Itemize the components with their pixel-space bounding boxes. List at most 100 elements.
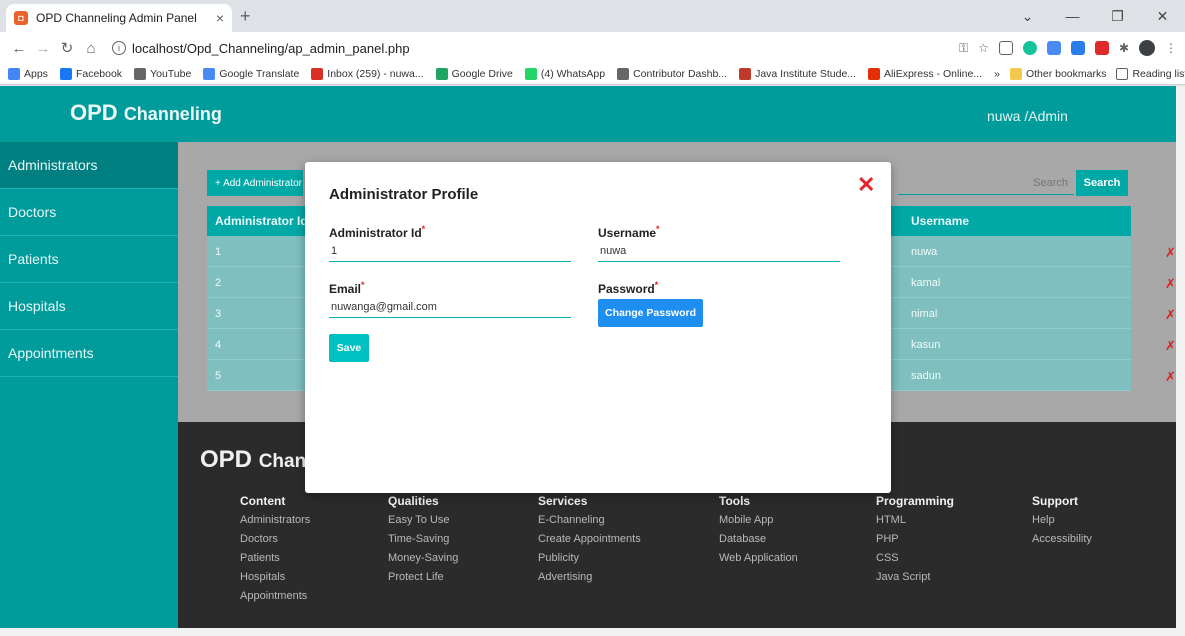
- new-tab-button[interactable]: +: [240, 6, 251, 27]
- sidebar-item-hospitals[interactable]: Hospitals: [0, 283, 178, 330]
- email-input[interactable]: [329, 296, 571, 318]
- change-password-button[interactable]: Change Password: [598, 299, 703, 327]
- footer-link[interactable]: Java Script: [876, 571, 954, 590]
- home-icon[interactable]: ⌂: [80, 40, 102, 57]
- site-info-icon[interactable]: i: [112, 41, 126, 55]
- bookmark-item[interactable]: Inbox (259) - nuwa...: [311, 68, 424, 80]
- site-header: OPD Channeling nuwa /Admin: [0, 86, 1176, 142]
- footer-link[interactable]: Help: [1032, 514, 1092, 533]
- footer-link[interactable]: Advertising: [538, 571, 641, 590]
- search-button[interactable]: Search: [1076, 170, 1128, 196]
- add-administrator-button[interactable]: + Add Administrator: [207, 170, 303, 196]
- footer-link[interactable]: Create Appointments: [538, 533, 641, 552]
- footer-link[interactable]: Patients: [240, 552, 310, 571]
- bookmark-icon: [134, 68, 147, 80]
- footer-link[interactable]: Publicity: [538, 552, 641, 571]
- current-user[interactable]: nuwa /Admin: [987, 108, 1068, 124]
- bookmark-item[interactable]: Facebook: [59, 68, 122, 80]
- cell-administrator-id: 2: [215, 277, 222, 289]
- bookmark-item[interactable]: Google Translate: [203, 68, 299, 80]
- bookmark-item[interactable]: (4) WhatsApp: [524, 68, 605, 80]
- minimize-icon[interactable]: —: [1050, 0, 1095, 32]
- username-input[interactable]: [598, 240, 840, 262]
- footer-link[interactable]: HTML: [876, 514, 954, 533]
- footer-column-title: Content: [240, 494, 286, 508]
- bookmark-icon: [739, 68, 752, 80]
- bookmark-item[interactable]: Apps: [8, 68, 48, 80]
- bookmark-icon: [59, 68, 72, 80]
- footer-link[interactable]: Database: [719, 533, 798, 552]
- delete-row-icon[interactable]: ✗: [1165, 369, 1176, 385]
- horizontal-scrollbar[interactable]: [0, 628, 1185, 636]
- bookmark-item[interactable]: Google Drive: [435, 68, 513, 80]
- username-label: Username*: [598, 224, 840, 240]
- site-brand[interactable]: OPD Channeling: [70, 100, 222, 126]
- profile-avatar-icon[interactable]: [1139, 40, 1155, 56]
- bookmark-item[interactable]: Contributor Dashb...: [617, 68, 727, 80]
- modal-close-icon[interactable]: ✕: [857, 172, 875, 198]
- delete-row-icon[interactable]: ✗: [1165, 276, 1176, 292]
- bookmark-item[interactable]: Java Institute Stude...: [739, 68, 856, 80]
- footer-link[interactable]: Administrators: [240, 514, 310, 533]
- delete-row-icon[interactable]: ✗: [1165, 245, 1176, 261]
- vertical-scrollbar[interactable]: [1176, 86, 1185, 628]
- bookmark-item[interactable]: YouTube: [134, 68, 191, 80]
- bookmarks-bar: Apps Facebook YouTube Google Translate Inbox…: [0, 64, 1185, 85]
- pdf-extension-icon[interactable]: [1094, 41, 1109, 55]
- administrator-id-input[interactable]: [329, 240, 571, 262]
- footer-link[interactable]: CSS: [876, 552, 954, 571]
- window-close-icon[interactable]: ✕: [1140, 0, 1185, 32]
- footer-link[interactable]: Protect Life: [388, 571, 458, 590]
- footer-link[interactable]: Doctors: [240, 533, 310, 552]
- more-bookmarks-icon[interactable]: »: [994, 68, 1000, 80]
- footer-link[interactable]: Hospitals: [240, 571, 310, 590]
- sidebar-item-appointments[interactable]: Appointments: [0, 330, 178, 377]
- tab-close-icon[interactable]: ×: [216, 10, 224, 26]
- star-icon[interactable]: ☆: [978, 41, 989, 55]
- footer-link[interactable]: Accessibility: [1032, 533, 1092, 552]
- footer-link[interactable]: Mobile App: [719, 514, 798, 533]
- grammarly-extension-icon[interactable]: [1022, 41, 1037, 55]
- sidebar-item-doctors[interactable]: Doctors: [0, 189, 178, 236]
- extension-icons: ⚿ ☆ ✱ ⋮: [959, 40, 1177, 56]
- bookmark-icon: [524, 68, 537, 80]
- reload-icon[interactable]: ↻: [56, 39, 78, 57]
- reading-list[interactable]: Reading list: [1116, 68, 1185, 80]
- menu-dots-icon[interactable]: ⋮: [1165, 41, 1177, 55]
- save-button[interactable]: Save: [329, 334, 369, 362]
- sidebar-item-administrators[interactable]: Administrators: [0, 142, 178, 189]
- translate-extension-icon[interactable]: [1046, 41, 1061, 55]
- back-icon[interactable]: ←: [8, 40, 30, 57]
- footer-column: Programming HTML PHP CSS Java Script: [876, 494, 954, 590]
- puzzle-extensions-icon[interactable]: ✱: [1119, 41, 1129, 55]
- browser-tab[interactable]: ◘ OPD Channeling Admin Panel ×: [6, 4, 232, 32]
- sidebar-item-patients[interactable]: Patients: [0, 236, 178, 283]
- blue-extension-icon[interactable]: [1070, 41, 1085, 55]
- footer-link[interactable]: PHP: [876, 533, 954, 552]
- folder-icon: [1009, 68, 1022, 80]
- tab-search-icon[interactable]: ⌄: [1005, 0, 1050, 32]
- maximize-icon[interactable]: ❐: [1095, 0, 1140, 32]
- delete-row-icon[interactable]: ✗: [1165, 338, 1176, 354]
- bookmark-item[interactable]: AliExpress - Online...: [868, 68, 982, 80]
- browser-tabstrip: ◘ OPD Channeling Admin Panel × + ⌄ — ❐ ✕: [0, 0, 1185, 32]
- delete-row-icon[interactable]: ✗: [1165, 307, 1176, 323]
- footer-link[interactable]: Time-Saving: [388, 533, 458, 552]
- footer-link[interactable]: Web Application: [719, 552, 798, 571]
- required-mark: *: [361, 280, 365, 290]
- search-input[interactable]: [898, 171, 1074, 195]
- administrator-profile-modal: Administrator Profile ✕ Administrator Id…: [305, 162, 891, 493]
- column-header-id: Administrator Id: [215, 214, 308, 228]
- email-label-text: Email: [329, 282, 362, 296]
- key-icon[interactable]: ⚿: [959, 41, 968, 56]
- forward-icon[interactable]: →: [32, 40, 54, 57]
- password-label-text: Password: [598, 282, 655, 296]
- footer-column-title: Tools: [719, 494, 751, 508]
- footer-link[interactable]: Appointments: [240, 590, 310, 609]
- footer-link[interactable]: E-Channeling: [538, 514, 641, 533]
- other-bookmarks[interactable]: Other bookmarks: [1009, 68, 1106, 80]
- footer-link[interactable]: Money-Saving: [388, 552, 458, 571]
- address-bar[interactable]: i localhost/Opd_Channeling/ap_admin_pane…: [112, 35, 951, 61]
- footer-link[interactable]: Easy To Use: [388, 514, 458, 533]
- screenshot-extension-icon[interactable]: [998, 41, 1013, 55]
